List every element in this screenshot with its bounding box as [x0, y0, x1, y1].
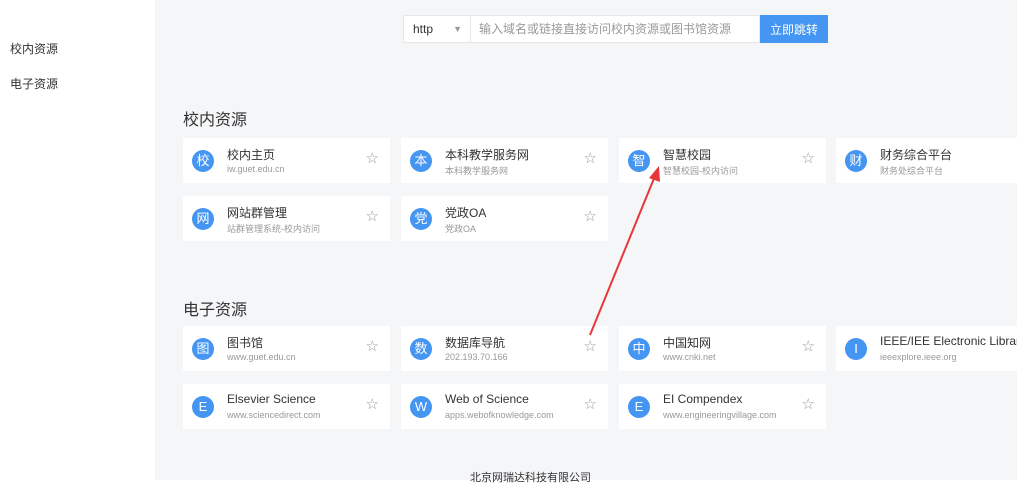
resource-card[interactable]: 网 网站群管理 站群管理系统-校内访问 ☆	[183, 196, 390, 241]
resource-name: 数据库导航	[445, 336, 506, 350]
resource-subtitle: www.sciencedirect.com	[227, 410, 321, 420]
resource-icon: 数	[410, 338, 432, 360]
section-title-electronic: 电子资源	[183, 302, 248, 319]
star-outline-icon[interactable]: ☆	[366, 209, 379, 224]
resource-name: Elsevier Science	[227, 392, 316, 406]
resource-name: 图书馆	[227, 336, 264, 350]
star-outline-icon[interactable]: ☆	[366, 397, 379, 412]
star-outline-icon[interactable]: ☆	[584, 397, 597, 412]
resource-card[interactable]: 智 智慧校园 智慧校园-校内访问 ☆	[619, 138, 826, 183]
resource-subtitle: apps.webofknowledge.com	[445, 410, 554, 420]
go-button[interactable]: 立即跳转	[760, 15, 828, 43]
resource-icon: E	[628, 396, 650, 418]
resource-subtitle: www.cnki.net	[663, 352, 716, 362]
resource-subtitle: www.engineeringvillage.com	[663, 410, 777, 420]
protocol-value: http	[413, 22, 434, 36]
resource-card[interactable]: 中 中国知网 www.cnki.net ☆	[619, 326, 826, 371]
search-bar: http ▼ 立即跳转	[403, 15, 828, 43]
star-outline-icon[interactable]: ☆	[584, 339, 597, 354]
resource-name: Web of Science	[445, 392, 529, 406]
resource-icon: 中	[628, 338, 650, 360]
resource-name: 本科教学服务网	[445, 148, 530, 162]
resource-card[interactable]: W Web of Science apps.webofknowledge.com…	[401, 384, 608, 429]
resource-name: 财务综合平台	[880, 148, 953, 162]
resource-subtitle: 本科教学服务网	[445, 166, 509, 176]
star-outline-icon[interactable]: ☆	[802, 397, 815, 412]
resource-name: 网站群管理	[227, 206, 288, 220]
resource-card[interactable]: 本 本科教学服务网 本科教学服务网 ☆	[401, 138, 608, 183]
resource-name: 智慧校园	[663, 148, 712, 162]
caret-down-icon: ▼	[453, 24, 462, 34]
resource-name: 中国知网	[663, 336, 712, 350]
resource-card[interactable]: 图 图书馆 www.guet.edu.cn ☆	[183, 326, 390, 371]
resource-icon: 智	[628, 150, 650, 172]
resource-subtitle: 智慧校园-校内访问	[663, 166, 738, 176]
resource-icon: 财	[845, 150, 867, 172]
resource-name: IEEE/IEE Electronic Library	[880, 334, 1017, 348]
resource-icon: I	[845, 338, 867, 360]
resource-name: 党政OA	[445, 206, 487, 220]
star-outline-icon[interactable]: ☆	[584, 209, 597, 224]
star-outline-icon[interactable]: ☆	[366, 151, 379, 166]
star-outline-icon[interactable]: ☆	[802, 339, 815, 354]
url-input[interactable]	[471, 15, 760, 43]
resource-subtitle: 202.193.70.166	[445, 352, 508, 362]
resource-name: 校内主页	[227, 148, 276, 162]
resource-card[interactable]: 校 校内主页 iw.guet.edu.cn ☆	[183, 138, 390, 183]
star-outline-icon[interactable]: ☆	[366, 339, 379, 354]
star-outline-icon[interactable]: ☆	[584, 151, 597, 166]
section-title-campus: 校内资源	[183, 112, 248, 129]
resource-subtitle: www.guet.edu.cn	[227, 352, 296, 362]
resource-card[interactable]: 数 数据库导航 202.193.70.166 ☆	[401, 326, 608, 371]
footer-company: 北京网瑞达科技有限公司	[470, 472, 591, 484]
resource-card[interactable]: I IEEE/IEE Electronic Library ieeexplore…	[836, 326, 1017, 371]
star-outline-icon[interactable]: ☆	[802, 151, 815, 166]
resource-icon: 网	[192, 208, 214, 230]
resource-icon: W	[410, 396, 432, 418]
resource-subtitle: 财务处综合平台	[880, 166, 944, 176]
resource-subtitle: 站群管理系统-校内访问	[227, 224, 320, 234]
sidebar-item-campus-resources[interactable]: 校内资源	[10, 40, 58, 57]
resource-icon: 校	[192, 150, 214, 172]
resource-icon: 图	[192, 338, 214, 360]
resource-subtitle: iw.guet.edu.cn	[227, 164, 285, 174]
resource-subtitle: 党政OA	[445, 224, 477, 234]
resource-card[interactable]: E Elsevier Science www.sciencedirect.com…	[183, 384, 390, 429]
sidebar-item-electronic-resources[interactable]: 电子资源	[10, 75, 58, 92]
protocol-select[interactable]: http ▼	[403, 15, 471, 43]
resource-card[interactable]: 财 财务综合平台 财务处综合平台	[836, 138, 1017, 183]
resource-icon: 党	[410, 208, 432, 230]
resource-card[interactable]: 党 党政OA 党政OA ☆	[401, 196, 608, 241]
resource-subtitle: ieeexplore.ieee.org	[880, 352, 957, 362]
resource-card[interactable]: E EI Compendex www.engineeringvillage.co…	[619, 384, 826, 429]
resource-icon: 本	[410, 150, 432, 172]
resource-icon: E	[192, 396, 214, 418]
resource-name: EI Compendex	[663, 392, 743, 406]
sidebar: 校内资源 电子资源	[0, 0, 155, 480]
